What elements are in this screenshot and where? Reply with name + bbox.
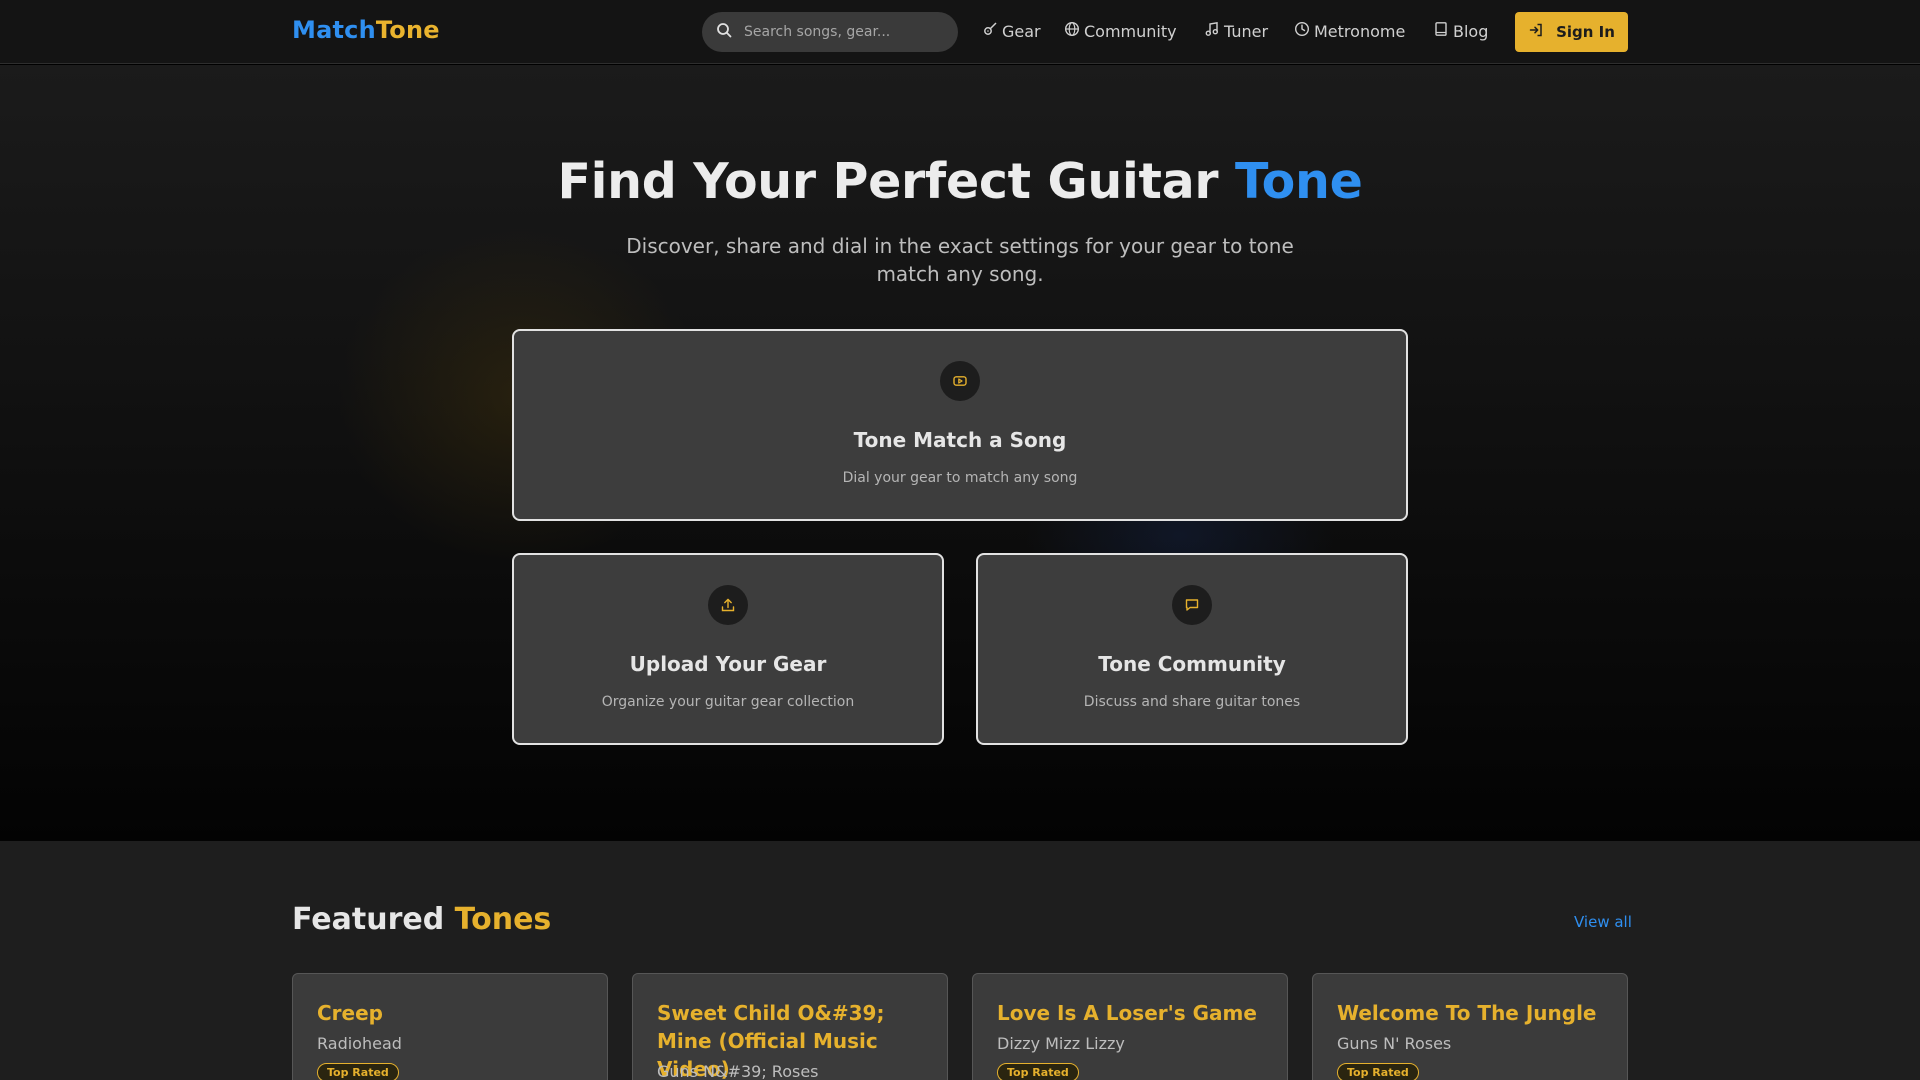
upload-gear-card[interactable]: Upload Your Gear Organize your guitar ge… [512, 553, 944, 745]
nav-metronome[interactable]: Metronome [1294, 21, 1405, 41]
hero-title-accent: Tone [1235, 153, 1363, 210]
tone-card[interactable]: Welcome To The Jungle Guns N' Roses Top … [1312, 973, 1628, 1080]
nav-blog[interactable]: Blog [1433, 21, 1488, 41]
search-box[interactable] [702, 12, 958, 52]
tone-artist: Guns N' Roses [1337, 1034, 1452, 1053]
nav-community-label: Community [1084, 21, 1177, 41]
nav-gear[interactable]: Gear [982, 21, 1041, 41]
sign-in-label: Sign In [1556, 23, 1615, 41]
sign-in-button[interactable]: Sign In [1515, 12, 1628, 52]
logo-part-tone: Tone [375, 16, 440, 44]
card-description: Discuss and share guitar tones [1083, 694, 1301, 710]
top-rated-badge: Top Rated [1337, 1063, 1419, 1080]
tone-community-card[interactable]: Tone Community Discuss and share guitar … [976, 553, 1408, 745]
search-input[interactable] [744, 24, 934, 40]
logo[interactable]: MatchTone [292, 16, 440, 44]
clock-icon [1294, 21, 1314, 41]
tone-song-title: Welcome To The Jungle [1337, 1001, 1597, 1025]
card-title: Tone Match a Song [853, 428, 1067, 452]
top-rated-badge: Top Rated [317, 1063, 399, 1080]
youtube-icon [940, 361, 980, 401]
tone-card[interactable]: Love Is A Loser's Game Dizzy Mizz Lizzy … [972, 973, 1288, 1080]
tone-card[interactable]: Sweet Child O&#39; Mine (Official Music … [632, 973, 948, 1080]
login-icon [1528, 22, 1556, 42]
guitar-icon [982, 21, 1002, 41]
featured-title-main: Featured [292, 902, 455, 937]
view-all-link[interactable]: View all [1574, 913, 1632, 931]
logo-part-match: Match [292, 16, 376, 44]
book-icon [1433, 21, 1453, 41]
nav-metronome-label: Metronome [1314, 21, 1406, 41]
nav-community[interactable]: Community [1064, 21, 1177, 41]
nav-tuner-label: Tuner [1224, 21, 1269, 41]
hero-title: Find Your Perfect Guitar Tone [0, 153, 1920, 210]
top-rated-badge: Top Rated [997, 1063, 1079, 1080]
nav-gear-label: Gear [1002, 21, 1041, 41]
featured-title-accent: Tones [454, 902, 552, 937]
tone-song-title: Creep [317, 1001, 383, 1025]
card-title: Tone Community [1098, 652, 1286, 676]
chat-icon [1172, 585, 1212, 625]
hero-subtitle: Discover, share and dial in the exact se… [626, 234, 1294, 286]
tone-artist: Guns N&#39; Roses [657, 1062, 819, 1080]
tone-match-card[interactable]: Tone Match a Song Dial your gear to matc… [512, 329, 1408, 521]
nav-tuner[interactable]: Tuner [1204, 21, 1268, 41]
nav-blog-label: Blog [1453, 21, 1489, 41]
card-description: Dial your gear to match any song [842, 470, 1078, 486]
card-title: Upload Your Gear [629, 652, 827, 676]
music-note-icon [1204, 21, 1224, 41]
tone-artist: Radiohead [317, 1034, 402, 1053]
featured-tones-section: Featured Tones View all Creep Radiohead … [0, 841, 1920, 1080]
card-description: Organize your guitar gear collection [601, 694, 855, 710]
hero-title-main: Find Your Perfect Guitar [557, 153, 1236, 210]
hero-section: Find Your Perfect Guitar Tone Discover, … [0, 65, 1920, 841]
tone-artist: Dizzy Mizz Lizzy [997, 1034, 1125, 1053]
featured-title: Featured Tones [292, 902, 551, 937]
tone-card[interactable]: Creep Radiohead Top Rated [292, 973, 608, 1080]
top-navbar: MatchTone Gear Community Tuner Metronome [0, 0, 1920, 64]
upload-icon [708, 585, 748, 625]
search-icon [716, 22, 732, 42]
tone-song-title: Love Is A Loser's Game [997, 1001, 1257, 1025]
globe-icon [1064, 21, 1084, 41]
